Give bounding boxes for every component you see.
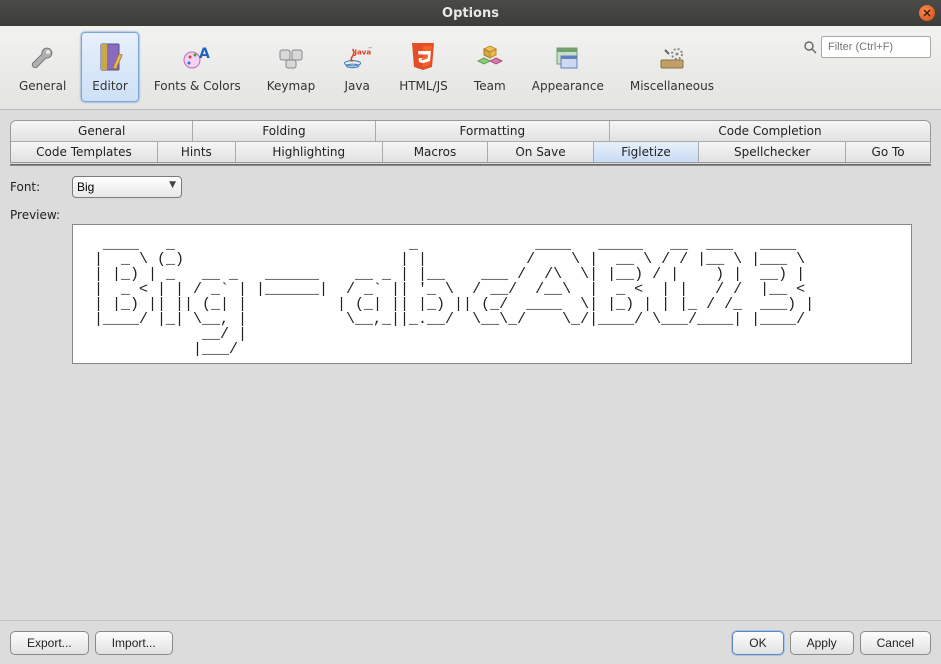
html5-icon	[407, 37, 439, 77]
svg-text:™: ™	[368, 47, 373, 53]
category-label: Editor	[92, 79, 128, 93]
figletize-panel: Font: Big Preview: ____ _ _ ____ _____ _…	[10, 166, 931, 364]
pencil-icon	[94, 37, 126, 77]
window-icon	[552, 37, 584, 77]
tools-icon	[656, 37, 688, 77]
titlebar: Options	[0, 0, 941, 26]
category-label: Appearance	[532, 79, 604, 93]
category-editor[interactable]: Editor	[81, 32, 139, 102]
category-label: Keymap	[267, 79, 315, 93]
tab-code-templates[interactable]: Code Templates	[11, 142, 158, 162]
category-label: Fonts & Colors	[154, 79, 241, 93]
category-label: Java	[345, 79, 370, 93]
category-general[interactable]: General	[8, 32, 77, 102]
tab-general[interactable]: General	[11, 121, 193, 142]
wrench-icon	[27, 37, 59, 77]
cubes-icon	[474, 37, 506, 77]
apply-button[interactable]: Apply	[790, 631, 854, 655]
window-title: Options	[442, 6, 499, 21]
tab-go-to[interactable]: Go To	[846, 142, 930, 162]
category-label: HTML/JS	[399, 79, 448, 93]
category-htmljs[interactable]: HTML/JS	[388, 32, 459, 102]
category-java[interactable]: Java™ Java	[330, 32, 384, 102]
category-team[interactable]: Team	[463, 32, 517, 102]
tab-macros[interactable]: Macros	[383, 142, 489, 162]
category-fonts-colors[interactable]: A Fonts & Colors	[143, 32, 252, 102]
font-label: Font:	[10, 180, 72, 194]
tab-hints[interactable]: Hints	[158, 142, 236, 162]
category-keymap[interactable]: Keymap	[256, 32, 326, 102]
tab-folding[interactable]: Folding	[193, 121, 375, 142]
keyboard-icon	[275, 37, 307, 77]
java-icon: Java™	[341, 37, 373, 77]
ok-button[interactable]: OK	[732, 631, 783, 655]
export-button[interactable]: Export...	[10, 631, 89, 655]
category-label: Miscellaneous	[630, 79, 714, 93]
category-appearance[interactable]: Appearance	[521, 32, 615, 102]
dialog-footer: Export... Import... OK Apply Cancel	[0, 620, 941, 664]
svg-text:A: A	[199, 46, 210, 62]
search-icon	[803, 40, 817, 54]
filter-search	[803, 36, 931, 58]
category-toolbar: General Editor A Fonts & Colors Keymap J…	[0, 26, 941, 110]
category-label: General	[19, 79, 66, 93]
palette-icon: A	[181, 37, 213, 77]
cancel-button[interactable]: Cancel	[860, 631, 931, 655]
tab-formatting[interactable]: Formatting	[376, 121, 610, 142]
tab-highlighting[interactable]: Highlighting	[236, 142, 383, 162]
content-area: General Folding Formatting Code Completi…	[0, 110, 941, 620]
tab-figletize[interactable]: Figletize	[594, 142, 700, 162]
filter-input[interactable]	[821, 36, 931, 58]
import-button[interactable]: Import...	[95, 631, 173, 655]
tab-spellchecker[interactable]: Spellchecker	[699, 142, 846, 162]
category-label: Team	[474, 79, 506, 93]
preview-label: Preview:	[10, 206, 72, 222]
close-button[interactable]	[919, 5, 935, 21]
tab-code-completion[interactable]: Code Completion	[610, 121, 930, 142]
preview-box: ____ _ _ ____ _____ __ ___ ____ | _ \ (_…	[72, 224, 912, 364]
tab-on-save[interactable]: On Save	[488, 142, 594, 162]
category-miscellaneous[interactable]: Miscellaneous	[619, 32, 725, 102]
font-select[interactable]: Big	[72, 176, 182, 198]
ascii-preview: ____ _ _ ____ _____ __ ___ ____ | _ \ (_…	[85, 237, 899, 357]
editor-tabs: General Folding Formatting Code Completi…	[10, 120, 931, 163]
